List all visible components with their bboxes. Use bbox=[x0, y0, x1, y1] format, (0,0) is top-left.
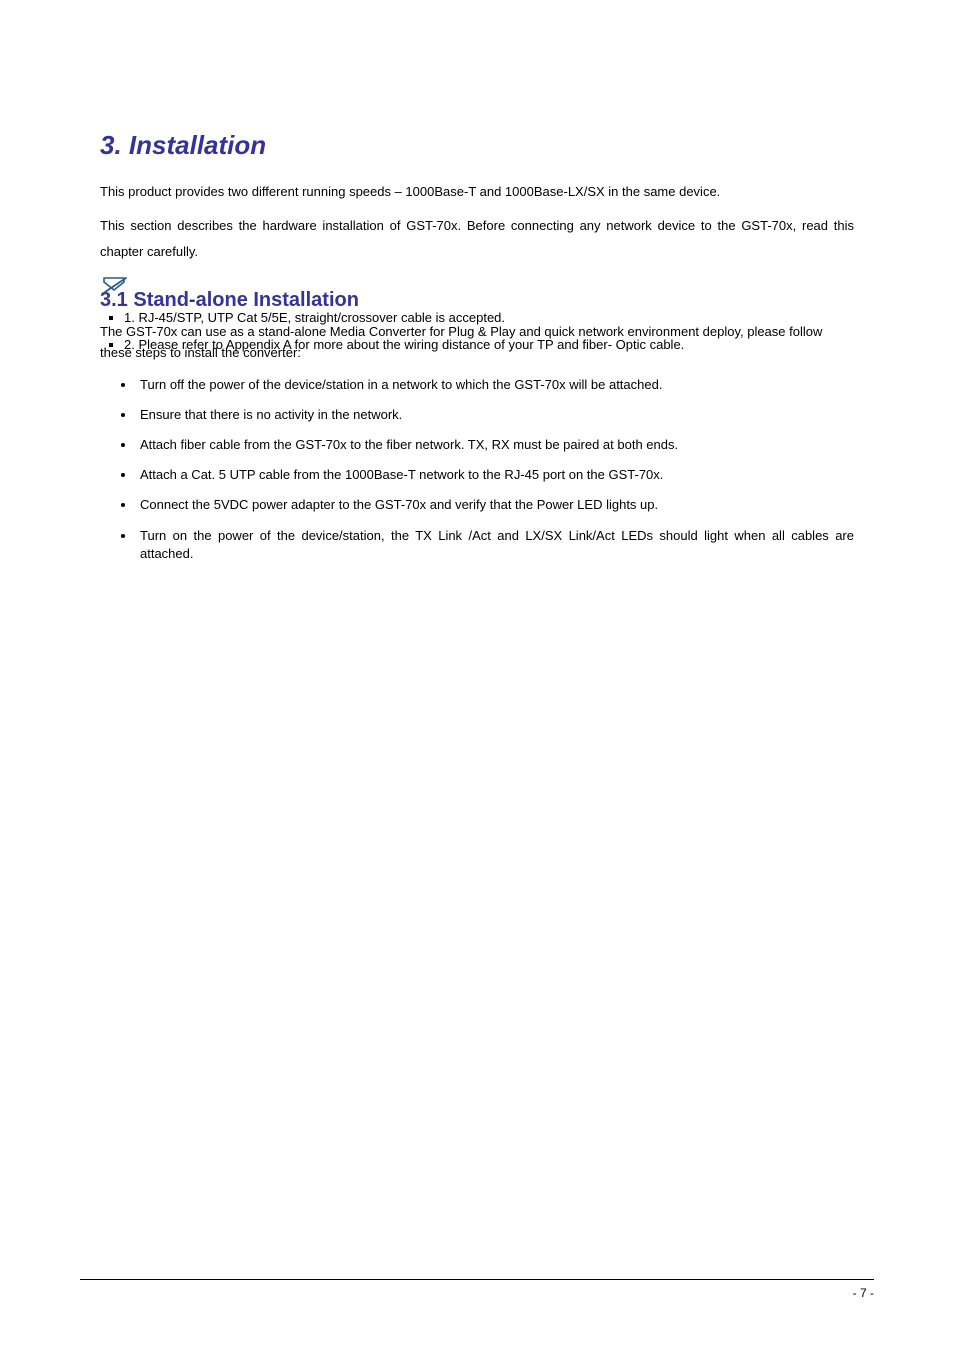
page-number: - 7 - bbox=[853, 1286, 874, 1300]
page: 3. Installation This product provides tw… bbox=[0, 0, 954, 1350]
list-item: Turn off the power of the device/station… bbox=[136, 376, 854, 394]
chapter-heading: 3. Installation bbox=[100, 130, 854, 161]
list-item: Turn on the power of the device/station,… bbox=[136, 527, 854, 563]
install-steps-list: Turn off the power of the device/station… bbox=[100, 376, 854, 563]
list-item: Attach a Cat. 5 UTP cable from the 1000B… bbox=[136, 466, 854, 484]
list-item: Attach fiber cable from the GST-70x to t… bbox=[136, 436, 854, 454]
intro-paragraph-1: This product provides two different runn… bbox=[100, 179, 854, 205]
intro-paragraph-2: This section describes the hardware inst… bbox=[100, 213, 854, 265]
list-item: Ensure that there is no activity in the … bbox=[136, 406, 854, 424]
list-item: Connect the 5VDC power adapter to the GS… bbox=[136, 496, 854, 514]
page-footer: - 7 - bbox=[80, 1279, 874, 1300]
